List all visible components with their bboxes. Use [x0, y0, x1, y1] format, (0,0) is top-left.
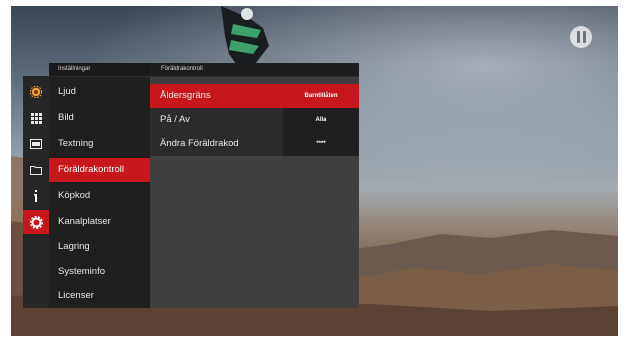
- settings-list: Inställningar Ljud Bild Textning Föräldr…: [49, 63, 150, 308]
- settings-header: Inställningar: [49, 63, 150, 77]
- age-limit-row[interactable]: Åldersgräns Barntillåten: [150, 84, 359, 108]
- on-off-value: Alla: [283, 108, 359, 132]
- settings-item-lagring[interactable]: Lagring: [49, 235, 150, 259]
- age-limit-value: Barntillåten: [304, 93, 338, 99]
- change-code-label: Ändra Föräldrakod: [160, 138, 239, 149]
- change-code-value: ****: [283, 132, 359, 156]
- settings-item-foraldrakontroll[interactable]: Föräldrakontroll: [49, 158, 150, 182]
- settings-item-bild[interactable]: Bild: [49, 106, 150, 130]
- channel-logo-icon: [570, 26, 592, 48]
- settings-item-ljud[interactable]: Ljud: [49, 80, 150, 104]
- parental-control-header: Föräldrakontroll: [150, 63, 359, 77]
- parental-control-panel: Föräldrakontroll Åldersgräns Barntillåte…: [150, 63, 359, 308]
- info-icon[interactable]: [23, 184, 49, 208]
- grid-icon[interactable]: [23, 106, 49, 130]
- settings-item-licenser[interactable]: Licenser: [49, 284, 150, 308]
- age-limit-label: Åldersgräns: [160, 90, 211, 101]
- folder-icon[interactable]: [23, 158, 49, 182]
- settings-item-kopkod[interactable]: Köpkod: [49, 184, 150, 208]
- settings-item-textning[interactable]: Textning: [49, 132, 150, 156]
- on-off-row[interactable]: På / Av Alla: [150, 108, 359, 132]
- film-icon[interactable]: [23, 132, 49, 156]
- settings-item-kanalplatser[interactable]: Kanalplatser: [49, 210, 150, 234]
- on-off-label: På / Av: [160, 114, 190, 125]
- icon-bar: [23, 76, 49, 308]
- change-code-row[interactable]: Ändra Föräldrakod ****: [150, 132, 359, 156]
- gear-small-icon[interactable]: [23, 80, 49, 104]
- settings-gear-icon[interactable]: [23, 210, 49, 234]
- settings-item-systeminfo[interactable]: Systeminfo: [49, 260, 150, 284]
